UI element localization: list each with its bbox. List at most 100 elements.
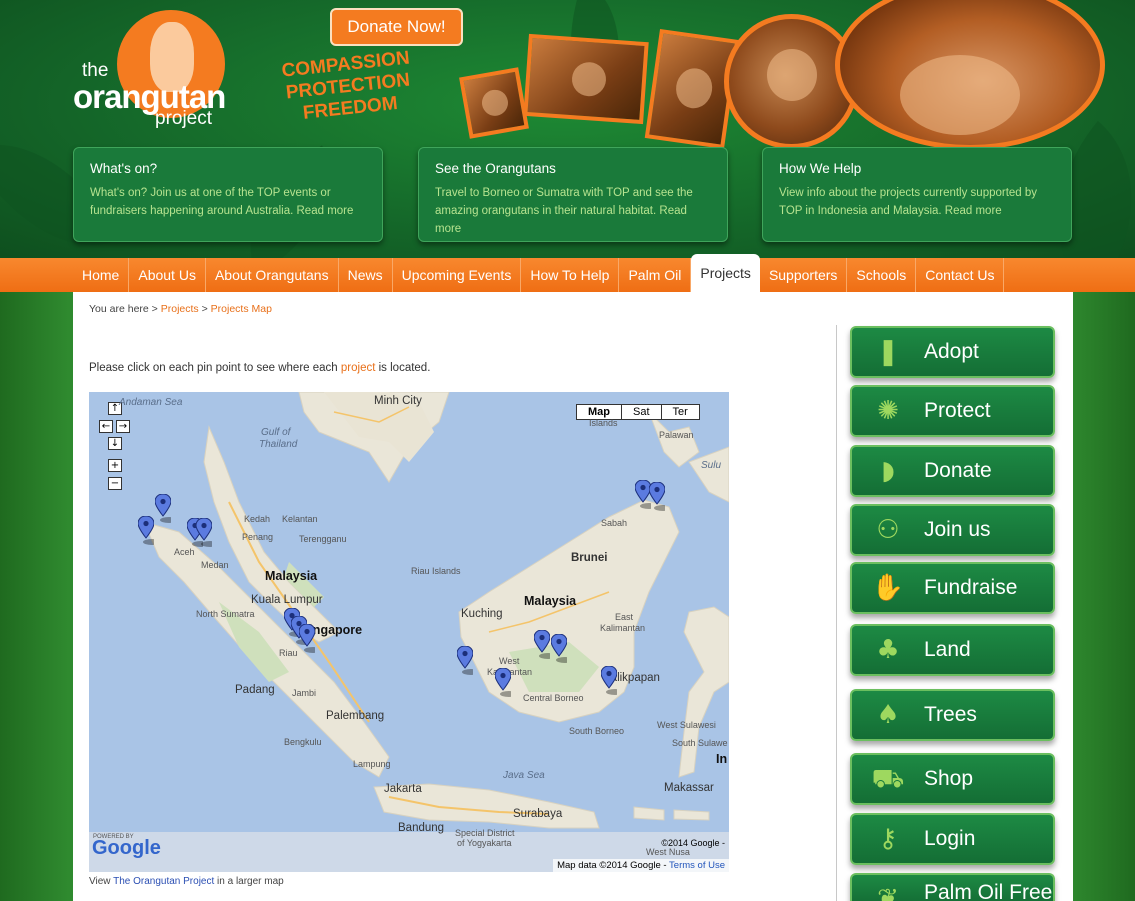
intro-project-link[interactable]: project <box>341 362 376 374</box>
map-label: Thailand <box>259 439 298 450</box>
sapling-icon: ♣ <box>876 635 900 665</box>
map-label: Medan <box>201 560 229 570</box>
project-pin[interactable] <box>457 646 473 675</box>
project-pin[interactable] <box>601 666 617 695</box>
project-pin[interactable] <box>551 634 567 663</box>
project-pin[interactable] <box>155 494 171 523</box>
google-logo[interactable]: Google <box>92 837 161 860</box>
side-button-login[interactable]: ⚷ Login <box>850 813 1055 865</box>
side-button-palm-oil-free[interactable]: ❦ Palm Oil Free <box>850 873 1055 901</box>
feature-whats-on[interactable]: What's on? What's on? Join us at one of … <box>73 147 383 242</box>
side-button-join-us[interactable]: ⚇ Join us <box>850 504 1055 556</box>
side-button-label: Fundraise <box>924 576 1018 599</box>
orangutan-photo <box>523 33 649 125</box>
side-button-label: Land <box>924 638 971 661</box>
side-button-label: Join us <box>924 518 991 541</box>
map-label: Jakarta <box>384 783 422 795</box>
leaf-icon: ❦ <box>877 884 899 901</box>
map-label: Bengkulu <box>284 737 322 747</box>
map-label: Jambi <box>292 688 317 698</box>
side-button-adopt[interactable]: ❚ Adopt <box>850 326 1055 378</box>
nav-schools[interactable]: Schools <box>847 258 917 292</box>
nav-news[interactable]: News <box>339 258 393 292</box>
main-content: You are here > Projects > Projects Map P… <box>73 292 1073 901</box>
tree-icon: ♠ <box>876 700 900 730</box>
orangutan-photo <box>459 67 529 139</box>
map-caption: View The Orangutan Project in a larger m… <box>89 876 284 887</box>
larger-map-link[interactable]: The Orangutan Project <box>113 876 214 887</box>
nav-supporters[interactable]: Supporters <box>760 258 848 292</box>
side-button-label: Trees <box>924 703 977 726</box>
map-label: West Sulawesi <box>657 720 716 730</box>
map-zoom-out-button[interactable]: − <box>108 477 122 490</box>
project-pin[interactable] <box>299 624 315 653</box>
nav-home[interactable]: Home <box>73 258 130 292</box>
nav-how-to-help[interactable]: How To Help <box>521 258 620 292</box>
map-label: North Sumatra <box>196 609 255 619</box>
map-label: of Yogyakarta <box>457 838 512 848</box>
map-label: Kuching <box>461 608 503 620</box>
breadcrumb-projects-link[interactable]: Projects <box>161 303 199 315</box>
nav-about-orangutans[interactable]: About Orangutans <box>206 258 339 292</box>
map-label: In <box>716 752 728 766</box>
breadcrumb-separator: > <box>201 303 208 315</box>
side-button-donate[interactable]: ◗ Donate <box>850 445 1055 497</box>
map-label: Special District <box>455 828 515 838</box>
main-nav: Home About Us About Orangutans News Upco… <box>0 254 1135 292</box>
project-pin[interactable] <box>534 630 550 659</box>
site-header: the orangutan project Donate Now! COMPAS… <box>0 0 1135 260</box>
feature-see-orangutans[interactable]: See the Orangutans Travel to Borneo or S… <box>418 147 728 242</box>
map-pan-down-button[interactable]: ↓ <box>108 437 122 450</box>
map-label: Sulu <box>701 460 722 471</box>
projects-map[interactable]: ↑ ← → ↓ + − Map Sat Ter Andaman Sea Minh… <box>89 392 729 872</box>
nav-upcoming-events[interactable]: Upcoming Events <box>393 258 522 292</box>
map-type-map[interactable]: Map <box>577 405 621 419</box>
map-label: Central Borneo <box>523 693 584 703</box>
side-button-trees[interactable]: ♠ Trees <box>850 689 1055 741</box>
side-button-land[interactable]: ♣ Land <box>850 624 1055 676</box>
cart-icon: ⛟ <box>871 764 905 794</box>
side-button-protect[interactable]: ✺ Protect <box>850 385 1055 437</box>
column-divider <box>836 325 837 901</box>
map-data-attribution: Map data ©2014 Google - Terms of Use <box>553 859 729 872</box>
map-label: Kedah <box>244 514 271 524</box>
map-label: Padang <box>235 684 275 696</box>
map-label: Surabaya <box>513 808 563 820</box>
map-pan-right-button[interactable]: → <box>116 420 130 433</box>
map-type-ter[interactable]: Ter <box>660 405 699 419</box>
banana-icon: ◗ <box>881 456 895 486</box>
project-pin[interactable] <box>196 518 212 547</box>
fern-icon: ✺ <box>877 396 899 426</box>
nav-about-us[interactable]: About Us <box>129 258 206 292</box>
map-label: Andaman Sea <box>119 397 183 408</box>
side-button-label: Protect <box>924 399 991 422</box>
logo-project-text: project <box>155 108 213 129</box>
feature-how-we-help[interactable]: How We Help View info about the projects… <box>762 147 1072 242</box>
bottle-icon: ❚ <box>877 337 899 367</box>
project-pin[interactable] <box>649 482 665 511</box>
nav-palm-oil[interactable]: Palm Oil <box>619 258 692 292</box>
side-button-label: Palm Oil Free <box>924 881 1053 901</box>
map-label: Minh City <box>374 395 422 407</box>
terms-of-use-link[interactable]: Terms of Use <box>669 860 725 871</box>
nav-contact-us[interactable]: Contact Us <box>916 258 1005 292</box>
map-type-sat[interactable]: Sat <box>621 405 661 419</box>
map-label: South Borneo <box>569 726 625 736</box>
map-label: Aceh <box>174 547 195 557</box>
project-pin[interactable] <box>138 516 154 545</box>
map-zoom-in-button[interactable]: + <box>108 459 122 472</box>
caption-after: in a larger map <box>214 876 284 887</box>
breadcrumb-projects-map-link[interactable]: Projects Map <box>211 303 272 315</box>
map-pan-left-button[interactable]: ← <box>99 420 113 433</box>
map-label: South Sulawe <box>672 738 728 748</box>
side-button-shop[interactable]: ⛟ Shop <box>850 753 1055 805</box>
map-label: Riau Islands <box>411 566 461 576</box>
map-label: Gulf of <box>261 427 291 438</box>
map-label: Lampung <box>353 759 391 769</box>
side-button-fundraise[interactable]: ✋ Fundraise <box>850 562 1055 614</box>
orangutan-portrait <box>835 0 1105 150</box>
nav-projects[interactable]: Projects <box>691 254 760 292</box>
map-label: Brunei <box>571 552 608 564</box>
project-pin[interactable] <box>495 668 511 697</box>
donate-now-button[interactable]: Donate Now! <box>330 8 463 46</box>
